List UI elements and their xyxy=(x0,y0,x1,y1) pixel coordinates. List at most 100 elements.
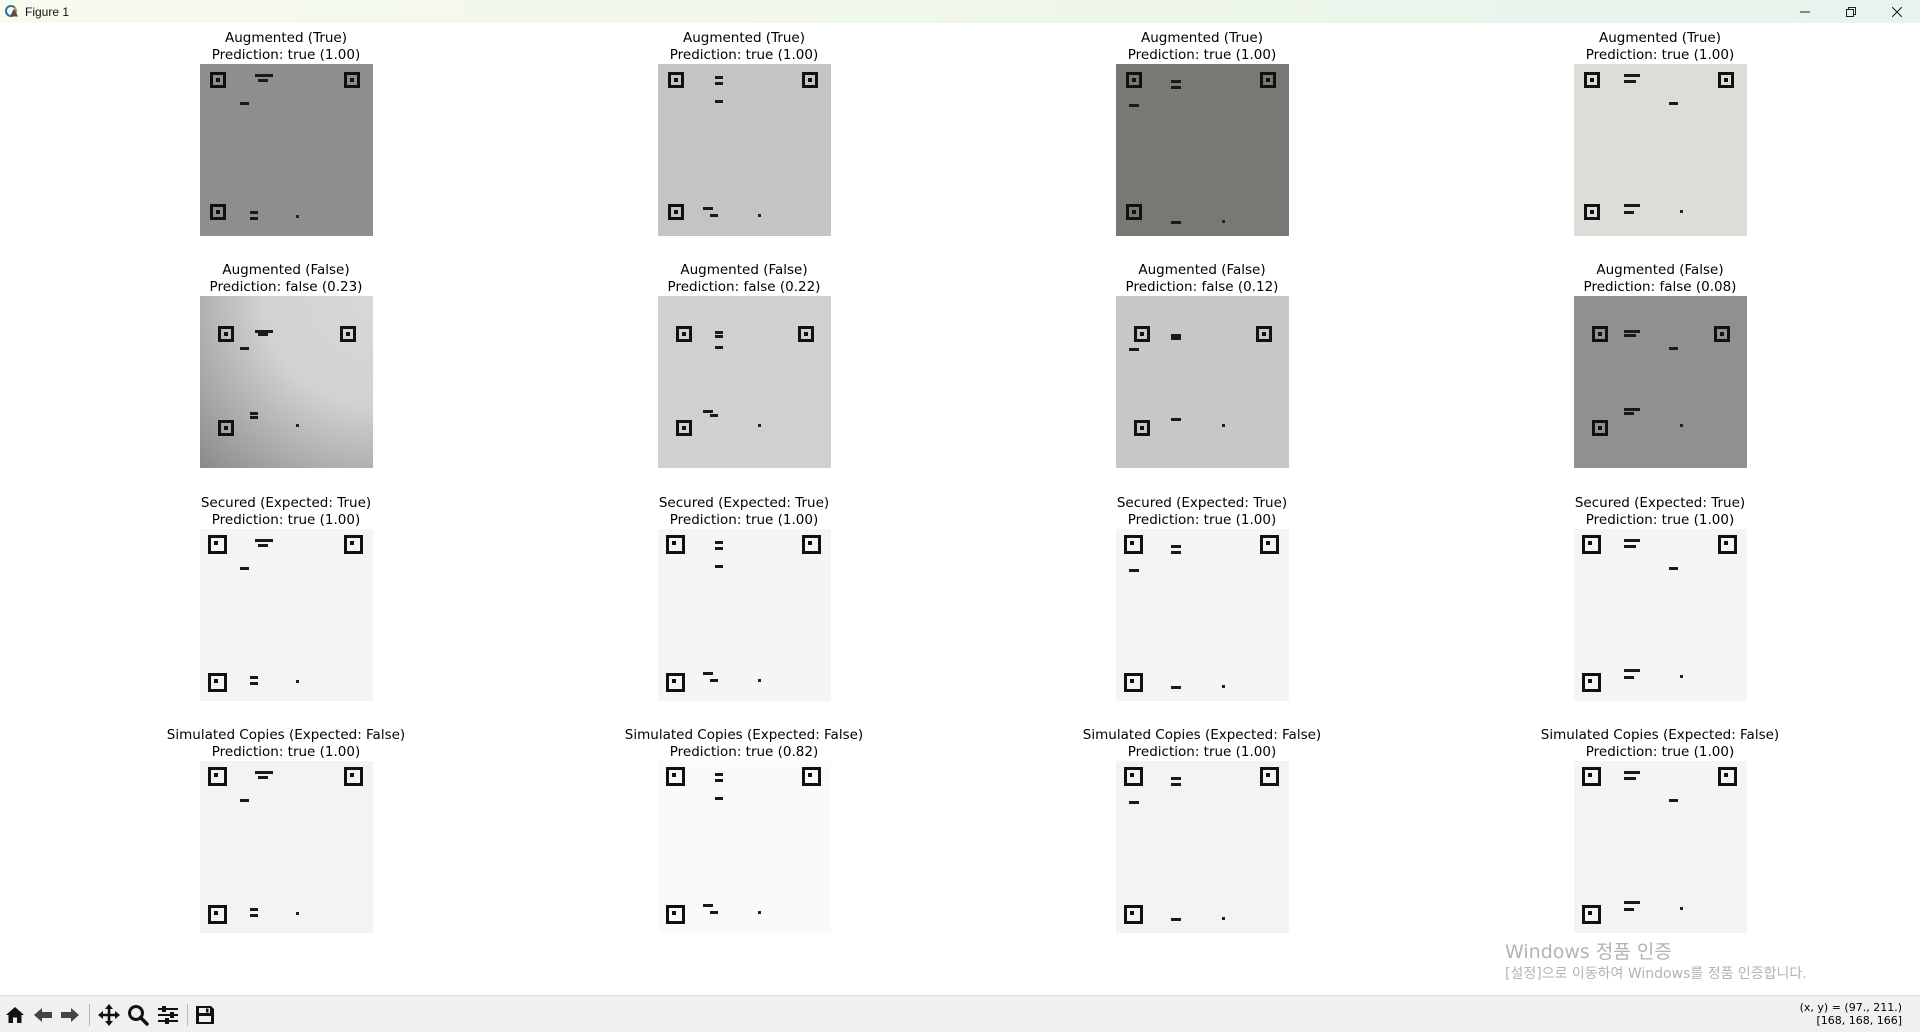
save-button[interactable] xyxy=(194,1004,216,1026)
finder-pattern xyxy=(1134,326,1150,342)
qr-image xyxy=(658,296,831,468)
finder-pattern xyxy=(1582,905,1601,924)
qr-module-bar xyxy=(1624,539,1640,542)
close-icon xyxy=(1892,6,1902,17)
qr-module-bar xyxy=(715,773,723,776)
configure-subplots-button[interactable] xyxy=(157,1004,179,1026)
matplotlib-icon xyxy=(4,4,20,20)
qr-module-bar xyxy=(250,676,258,679)
qr-image xyxy=(658,64,831,236)
subplot-panel: Secured (Expected: True) Prediction: true… xyxy=(1510,495,1810,529)
qr-module-bar xyxy=(1171,86,1181,89)
finder-pattern xyxy=(802,72,818,88)
finder-pattern xyxy=(218,420,234,436)
navigation-toolbar: (x, y) = (97., 211.) [168, 168, 166] xyxy=(0,995,1920,1032)
qr-module-bar xyxy=(1624,777,1636,780)
forward-button[interactable] xyxy=(59,1004,81,1026)
finder-pattern xyxy=(1582,767,1601,786)
qr-module-dot xyxy=(1222,424,1225,427)
subplot-panel: Simulated Copies (Expected: False) Predic… xyxy=(594,727,894,761)
subplot-prediction: Prediction: false (0.22) xyxy=(667,279,821,295)
finder-pattern xyxy=(668,72,684,88)
subplot-title: Augmented (False) xyxy=(1138,262,1266,278)
qr-image xyxy=(1116,761,1289,933)
back-button[interactable] xyxy=(32,1004,54,1026)
subplot-prediction: Prediction: true (1.00) xyxy=(669,512,819,528)
finder-pattern xyxy=(1592,420,1608,436)
subplot-title: Augmented (True) xyxy=(224,30,348,46)
subplot-title: Simulated Copies (Expected: False) xyxy=(624,727,864,743)
finder-pattern xyxy=(218,326,234,342)
qr-image xyxy=(200,761,373,933)
subplot-title: Secured (Expected: True) xyxy=(1116,495,1288,511)
subplot-title: Simulated Copies (Expected: False) xyxy=(1540,727,1780,743)
qr-module-bar xyxy=(1669,102,1678,105)
pan-button[interactable] xyxy=(98,1004,120,1026)
qr-module-bar xyxy=(710,911,718,914)
qr-module-bar xyxy=(1171,777,1181,780)
qr-module-bar xyxy=(250,914,258,917)
qr-module-bar xyxy=(715,100,723,103)
finder-pattern xyxy=(666,673,685,692)
qr-module-bar xyxy=(1624,330,1640,333)
subplot-prediction: Prediction: true (0.82) xyxy=(669,744,819,760)
subplot-title: Simulated Copies (Expected: False) xyxy=(166,727,406,743)
subplot-prediction: Prediction: true (1.00) xyxy=(211,744,361,760)
qr-module-bar xyxy=(715,335,723,338)
qr-module-bar xyxy=(1129,348,1139,351)
subplot-panel: Augmented (False) Prediction: false (0.23… xyxy=(136,262,436,296)
qr-image xyxy=(658,529,831,701)
subplot-title: Simulated Copies (Expected: False) xyxy=(1082,727,1322,743)
qr-image xyxy=(200,64,373,236)
zoom-button[interactable] xyxy=(127,1004,149,1026)
finder-pattern xyxy=(340,326,356,342)
subplot-prediction: Prediction: false (0.23) xyxy=(209,279,363,295)
qr-module-bar xyxy=(1171,418,1181,421)
finder-pattern xyxy=(666,535,685,554)
finder-pattern xyxy=(1124,535,1143,554)
finder-pattern xyxy=(1584,204,1600,220)
subplot-panel: Secured (Expected: True) Prediction: true… xyxy=(136,495,436,529)
save-icon xyxy=(196,1006,214,1024)
subplot-title: Augmented (True) xyxy=(1140,30,1264,46)
subplot-prediction: Prediction: true (1.00) xyxy=(211,512,361,528)
subplot-title: Augmented (True) xyxy=(682,30,806,46)
home-button[interactable] xyxy=(4,1004,26,1026)
qr-module-bar xyxy=(258,544,268,547)
qr-module-dot xyxy=(296,424,299,427)
toolbar-separator xyxy=(89,1004,90,1026)
restore-button[interactable] xyxy=(1828,0,1874,23)
finder-pattern xyxy=(208,767,227,786)
qr-module-bar xyxy=(240,347,249,350)
qr-module-bar xyxy=(1129,104,1139,107)
subplot-panel: Simulated Copies (Expected: False) Predic… xyxy=(1052,727,1352,761)
finder-pattern xyxy=(1256,326,1272,342)
minimize-button[interactable] xyxy=(1782,0,1828,23)
qr-module-bar xyxy=(710,679,718,682)
close-button[interactable] xyxy=(1874,0,1920,23)
finder-pattern xyxy=(676,326,692,342)
qr-module-dot xyxy=(296,680,299,683)
cursor-coordinates: (x, y) = (97., 211.) xyxy=(1799,1001,1902,1014)
qr-module-dot xyxy=(296,912,299,915)
qr-module-bar xyxy=(1129,569,1139,572)
subplot-title: Augmented (False) xyxy=(222,262,350,278)
qr-module-bar xyxy=(1624,545,1636,548)
finder-pattern xyxy=(344,72,360,88)
subplot-panel: Augmented (True) Prediction: true (1.00) xyxy=(1052,30,1352,64)
finder-pattern xyxy=(1582,673,1601,692)
qr-module-bar xyxy=(1624,80,1636,83)
subplot-panel: Augmented (False) Prediction: false (0.12… xyxy=(1052,262,1352,296)
subplot-prediction: Prediction: true (1.00) xyxy=(669,47,819,63)
subplot-title: Augmented (False) xyxy=(680,262,808,278)
subplot-prediction: Prediction: true (1.00) xyxy=(1585,47,1735,63)
subplot-panel: Secured (Expected: True) Prediction: true… xyxy=(594,495,894,529)
subplot-panel: Augmented (True) Prediction: true (1.00) xyxy=(136,30,436,64)
qr-module-bar xyxy=(703,672,713,675)
qr-module-bar xyxy=(1669,347,1678,350)
qr-module-dot xyxy=(1680,675,1683,678)
qr-module-bar xyxy=(710,414,718,417)
figure-canvas[interactable]: Augmented (True) Prediction: true (1.00) A… xyxy=(0,23,1920,995)
qr-module-dot xyxy=(758,911,761,914)
finder-pattern xyxy=(802,535,821,554)
